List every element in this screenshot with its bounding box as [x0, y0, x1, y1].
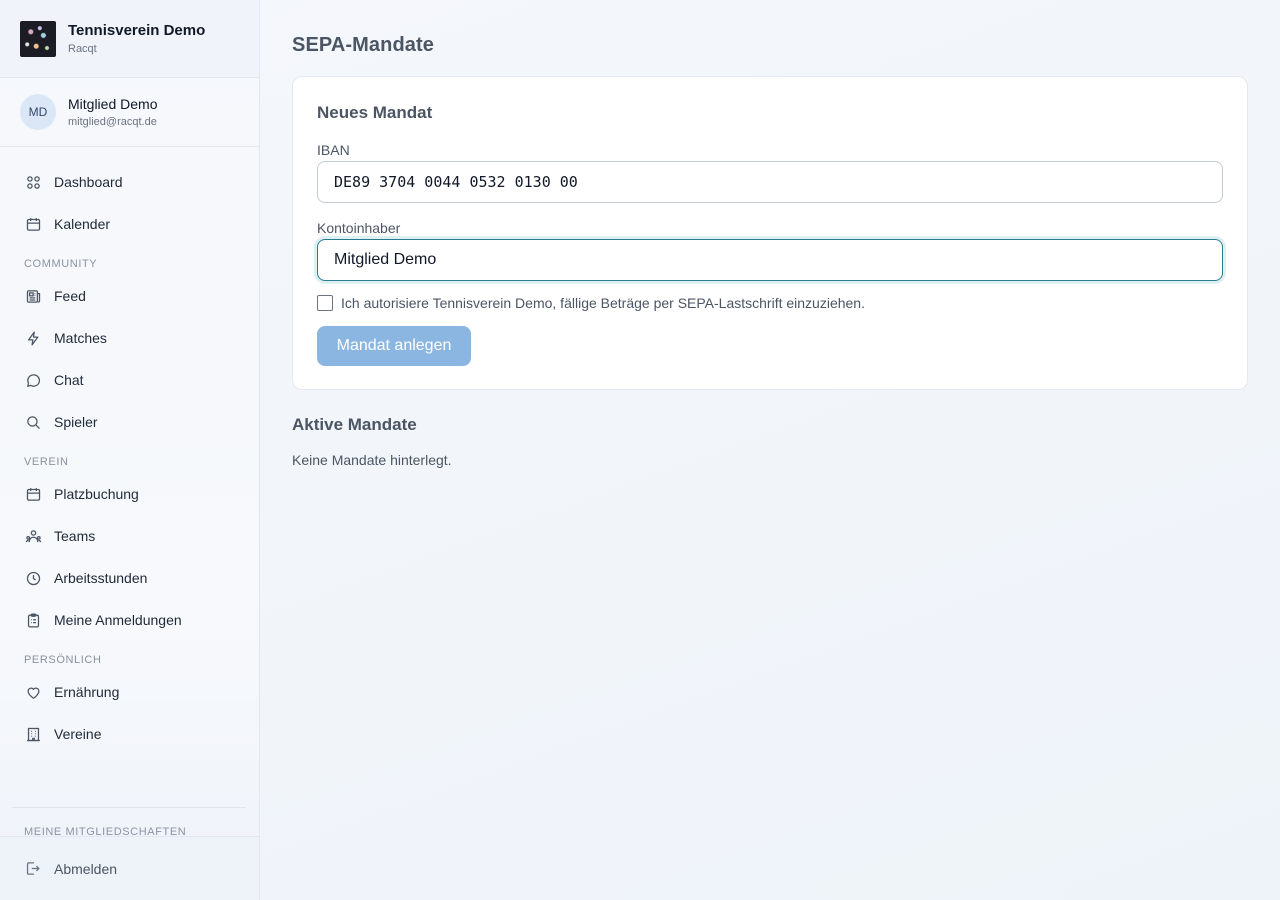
sidebar-item-label: Kalender — [54, 216, 111, 232]
sidebar-item-label: Matches — [54, 330, 107, 346]
lightning-icon — [24, 329, 42, 347]
card-title: Neues Mandat — [317, 103, 433, 122]
clock-icon — [24, 569, 42, 587]
newspaper-icon — [24, 287, 42, 305]
active-mandates-title: Aktive Mandate — [292, 415, 417, 434]
user-name: Mitglied Demo — [68, 96, 158, 112]
sidebar-item-vereine[interactable]: Vereine — [0, 713, 259, 755]
sidebar-item-label: Teams — [54, 528, 96, 544]
account-holder-input[interactable]: Mitglied Demo — [317, 239, 1223, 281]
sidebar: Tennisverein Demo Racqt MD Mitglied Demo… — [0, 0, 260, 900]
account-holder-label: Kontoinhaber — [317, 220, 401, 236]
search-icon — [24, 413, 42, 431]
club-logo — [20, 20, 56, 57]
sidebar-item-ernaehrung[interactable]: Ernährung — [0, 671, 259, 713]
calendar-icon — [24, 215, 42, 233]
sidebar-item-feed[interactable]: Feed — [0, 275, 259, 317]
sidebar-item-teams[interactable]: Teams — [0, 515, 259, 557]
brand-text: Tennisverein Demo Racqt — [68, 22, 205, 55]
iban-input[interactable]: DE89 3704 0044 0532 0130 00 — [317, 161, 1223, 203]
sidebar-item-meine-anmeldungen[interactable]: Meine Anmeldungen — [0, 599, 259, 641]
iban-label: IBAN — [317, 142, 350, 158]
sidebar-item-label: Dashboard — [54, 174, 123, 190]
logout-button[interactable]: Abmelden — [0, 836, 259, 900]
sidebar-item-label: Spieler — [54, 414, 98, 430]
consent-text: Ich autorisiere Tennisverein Demo, fälli… — [341, 295, 865, 311]
sidebar-item-label: Feed — [54, 288, 86, 304]
logout-icon — [24, 860, 42, 878]
sidebar-item-label: Vereine — [54, 726, 102, 742]
user-profile[interactable]: MD Mitglied Demo mitglied@racqt.de — [0, 78, 259, 147]
page-title: SEPA-Mandate — [292, 34, 434, 56]
sidebar-nav: Dashboard Kalender COMMUNITY Feed Matche… — [0, 161, 259, 755]
create-mandate-button[interactable]: Mandat anlegen — [317, 326, 471, 366]
section-label-persoenlich: PERSÖNLICH — [24, 654, 102, 666]
building-icon — [24, 725, 42, 743]
clipboard-icon — [24, 611, 42, 629]
sidebar-item-label: Meine Anmeldungen — [54, 612, 182, 628]
chat-bubble-icon — [24, 371, 42, 389]
sidebar-item-label: Arbeitsstunden — [54, 570, 148, 586]
sidebar-item-kalender[interactable]: Kalender — [0, 203, 259, 245]
new-mandate-card: Neues Mandat IBAN DE89 3704 0044 0532 01… — [292, 76, 1248, 390]
section-label-verein: VEREIN — [24, 456, 69, 468]
calendar-icon — [24, 485, 42, 503]
logout-label: Abmelden — [54, 860, 118, 877]
sidebar-item-label: Ernährung — [54, 684, 120, 700]
dashboard-icon — [24, 173, 42, 191]
heart-icon — [24, 683, 42, 701]
sidebar-item-matches[interactable]: Matches — [0, 317, 259, 359]
consent-checkbox[interactable] — [317, 295, 333, 311]
section-label-community: COMMUNITY — [24, 258, 98, 270]
brand-header[interactable]: Tennisverein Demo Racqt — [0, 0, 259, 78]
sidebar-item-dashboard[interactable]: Dashboard — [0, 161, 259, 203]
sidebar-item-arbeitsstunden[interactable]: Arbeitsstunden — [0, 557, 259, 599]
consent-row: Ich autorisiere Tennisverein Demo, fälli… — [317, 295, 865, 311]
sidebar-item-spieler[interactable]: Spieler — [0, 401, 259, 443]
sidebar-divider — [12, 807, 246, 808]
sidebar-item-label: Chat — [54, 372, 84, 388]
user-email: mitglied@racqt.de — [68, 116, 157, 128]
empty-state-text: Keine Mandate hinterlegt. — [292, 452, 452, 468]
sidebar-item-chat[interactable]: Chat — [0, 359, 259, 401]
team-icon — [24, 527, 42, 545]
app-name: Racqt — [68, 43, 97, 55]
avatar: MD — [20, 94, 56, 130]
sidebar-item-platzbuchung[interactable]: Platzbuchung — [0, 473, 259, 515]
club-name: Tennisverein Demo — [68, 22, 206, 39]
sidebar-item-label: Platzbuchung — [54, 486, 139, 502]
user-text: Mitglied Demo mitglied@racqt.de — [68, 96, 157, 128]
